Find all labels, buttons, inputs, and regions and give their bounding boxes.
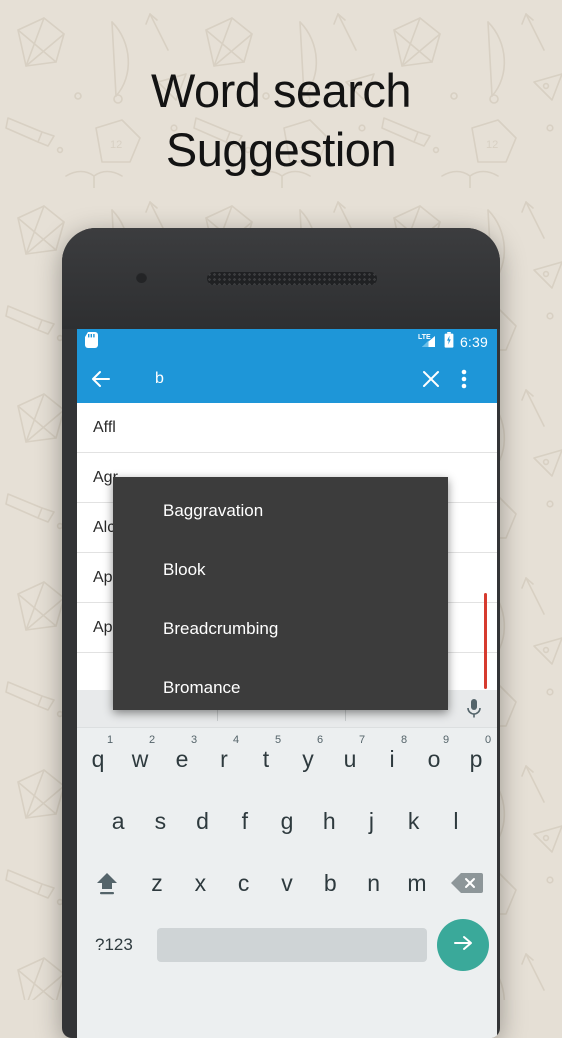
key-p[interactable]: 0p [455,728,497,790]
keyboard-row-4: ?123 [77,914,497,976]
close-x-icon[interactable] [419,367,443,391]
search-suggestion-dropdown: Baggravation Blook Breadcrumbing Bromanc… [113,477,448,710]
status-bar: LTE 6:39 [77,329,497,355]
key-t-number: 5 [274,734,282,746]
key-o-label: o [427,745,441,772]
svg-text:LTE: LTE [418,334,431,341]
microphone-icon[interactable] [466,698,482,725]
key-f[interactable]: f [224,790,266,852]
list-item-label: Alc [93,518,116,536]
suggestion-label: Breadcrumbing [163,619,279,638]
suggestion-item[interactable]: Blook [113,550,448,590]
shift-caps-icon[interactable] [79,852,135,914]
key-y[interactable]: 6y [287,728,329,790]
suggestion-label: Bromance [163,678,241,697]
key-y-number: 6 [316,734,324,746]
key-j[interactable]: j [350,790,392,852]
status-clock: 6:39 [459,334,488,350]
key-g[interactable]: g [266,790,308,852]
key-i-number: 8 [400,734,408,746]
list-scrollbar[interactable] [484,593,487,689]
sd-card-icon [85,331,98,353]
key-o[interactable]: 9o [413,728,455,790]
word-list: Affl Agr Alc App App Baggravation Blook … [77,403,497,710]
key-r[interactable]: 4r [203,728,245,790]
list-item-label: Affl [93,418,116,436]
key-q[interactable]: 1q [77,728,119,790]
suggestion-item[interactable]: Bromance [113,668,448,708]
key-w-label: w [131,745,149,772]
key-r-label: r [220,745,228,772]
list-item[interactable]: Affl [77,403,497,453]
keyboard-row-2: a s d f g h j k l [77,790,497,852]
key-e-number: 3 [190,734,198,746]
signal-bars-icon: LTE [418,332,438,353]
key-t-label: t [262,745,270,772]
key-p-label: p [469,745,483,772]
key-z[interactable]: z [135,852,178,914]
key-s[interactable]: s [139,790,181,852]
search-toolbar: b [77,355,497,403]
front-camera-icon [136,272,147,283]
key-r-number: 4 [232,734,240,746]
backspace-icon[interactable] [439,852,495,914]
keyboard-row-3: z x c v b n m [77,852,497,914]
status-bar-right-cluster: LTE 6:39 [418,331,488,353]
key-k[interactable]: k [393,790,435,852]
key-t[interactable]: 5t [245,728,287,790]
key-m[interactable]: m [395,852,438,914]
page-title: Word search Suggestion [0,62,562,180]
overflow-menu-icon[interactable] [461,367,485,391]
key-y-label: y [302,745,314,772]
key-q-number: 1 [106,734,114,746]
page-title-line-2: Suggestion [165,122,397,176]
search-input[interactable]: b [155,370,419,388]
keyboard-row-1: 1q 2w 3e 4r 5t 6y 7u 8i 9o 0p [77,728,497,790]
key-e-label: e [175,745,189,772]
suggestion-item[interactable]: Breadcrumbing [113,609,448,649]
phone-mockup: LTE 6:39 b Affl Agr Alc App App Baggrava… [62,228,500,1038]
key-u[interactable]: 7u [329,728,371,790]
enter-arrow-icon [451,931,475,960]
phone-top-bezel [62,228,500,329]
key-d[interactable]: d [181,790,223,852]
key-enter[interactable] [437,919,489,971]
battery-charging-icon [444,331,454,353]
key-e[interactable]: 3e [161,728,203,790]
key-w-number: 2 [148,734,156,746]
back-arrow-icon[interactable] [89,367,113,391]
key-i-label: i [389,745,395,772]
suggestion-label: Blook [163,560,206,579]
key-x[interactable]: x [179,852,222,914]
suggestion-label: Baggravation [163,501,264,520]
suggestion-item[interactable]: Baggravation [113,491,448,531]
on-screen-keyboard: 1q 2w 3e 4r 5t 6y 7u 8i 9o 0p a s d f g … [77,690,497,1038]
earpiece-speaker [207,272,377,285]
phone-screen: LTE 6:39 b Affl Agr Alc App App Baggrava… [77,329,497,1038]
key-u-number: 7 [358,734,366,746]
key-l[interactable]: l [435,790,477,852]
page-title-line-1: Word search [150,64,412,117]
key-a[interactable]: a [97,790,139,852]
key-o-number: 9 [442,734,450,746]
key-h[interactable]: h [308,790,350,852]
key-b[interactable]: b [309,852,352,914]
key-symbols[interactable]: ?123 [85,935,147,955]
key-q-label: q [91,745,105,772]
key-i[interactable]: 8i [371,728,413,790]
key-space[interactable] [157,928,427,962]
key-u-label: u [343,745,357,772]
key-w[interactable]: 2w [119,728,161,790]
key-p-number: 0 [484,734,492,746]
key-v[interactable]: v [265,852,308,914]
key-c[interactable]: c [222,852,265,914]
key-n[interactable]: n [352,852,395,914]
